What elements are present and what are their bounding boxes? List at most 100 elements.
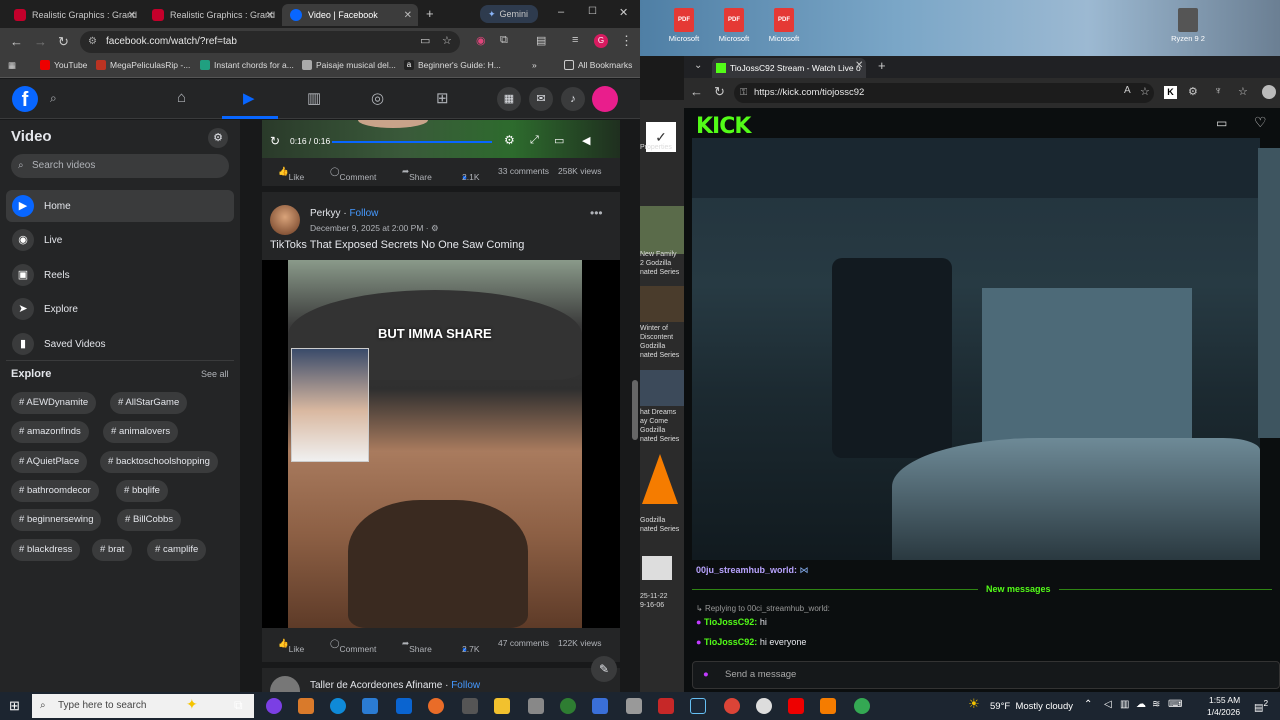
bookmark-beginners-guide[interactable]: a Beginner's Guide: H... [404,60,501,70]
desktop-pdf-icon[interactable]: PDF Microsoft [712,8,756,43]
sidebar-item-live[interactable]: ◉ Live [6,224,234,256]
close-icon[interactable]: ✕ [266,10,274,21]
desktop-pdf-icon[interactable]: PDF Microsoft [662,8,706,43]
reload-button[interactable]: ↻ [714,84,725,100]
kick-extension-icon[interactable]: K [1164,86,1177,99]
chat-username[interactable]: TioJossC92: [704,617,757,627]
gaming-icon[interactable]: ⊞ [436,89,449,107]
video-icon[interactable]: ▶ [243,89,255,107]
clock-time[interactable]: 1:55 AM [1209,695,1240,705]
settings-gear-icon[interactable]: ⚙ [504,133,515,147]
apps-icon[interactable]: ▦ [8,60,16,71]
close-icon[interactable]: ✕ [128,10,136,21]
app-icon[interactable] [756,698,772,714]
pip-icon[interactable]: ▭ [554,134,564,147]
extension-icon[interactable]: ◉ [476,34,486,47]
thumbnail[interactable] [640,286,684,322]
app-icon[interactable] [626,698,642,714]
author-avatar[interactable] [270,205,300,235]
new-tab-button[interactable]: + [878,58,886,73]
onedrive-icon[interactable]: ☁ [1136,699,1146,710]
video-player[interactable]: ↻ 0:16 / 0:16 ⚙ ⤢ ▭ ◀ [262,120,620,158]
like-button[interactable]: 👍 Like [278,638,304,654]
tray-chevron-icon[interactable]: ⌃ [1084,699,1092,710]
heart-icon[interactable]: ♡ [1254,114,1267,131]
chrome-icon[interactable] [724,698,740,714]
weather-text[interactable]: 59°F Mostly cloudy [990,701,1073,712]
tab-realistic-graphics-2[interactable]: Realistic Graphics : Grand ✕ [144,4,280,26]
close-icon[interactable]: ✕ [404,10,412,21]
marketplace-icon[interactable]: ▥ [307,89,321,107]
vlc-icon[interactable] [642,454,678,504]
share-button[interactable]: ➦ Share [402,638,432,654]
steam-icon[interactable] [690,698,706,714]
extensions-icon[interactable]: ⚙ [1188,85,1198,98]
author-name[interactable]: Taller de Acordeones Afiname [310,680,442,691]
app-icon[interactable] [362,698,378,714]
bookmark-youtube[interactable]: YouTube [40,60,87,70]
messenger-icon[interactable]: ✉ [529,87,553,111]
windows-start-icon[interactable]: ⊞ [9,698,20,714]
performance-icon[interactable]: ♆ [1214,85,1222,97]
sidebar-item-explore[interactable]: ➤ Explore [6,293,234,325]
app-icon[interactable] [560,698,576,714]
scrollbar[interactable] [632,380,638,440]
bookmark-star-icon[interactable]: ☆ [442,34,452,47]
hashtag-chip[interactable]: # AQuietPlace [11,451,88,473]
read-aloud-icon[interactable]: A [1124,85,1131,96]
bookmark-megapeliculas[interactable]: MegaPeliculasRip -... [96,60,190,70]
cast-icon[interactable]: ▭ [420,34,430,47]
extensions-puzzle-icon[interactable]: ⧉ [500,34,508,47]
profile-avatar[interactable]: G [594,34,608,48]
desktop-pdf-icon[interactable]: PDF Microsoft [762,8,806,43]
search-icon[interactable]: ⌕ [50,91,57,106]
volume-icon[interactable]: ◁ [1104,699,1112,710]
tab-list-icon[interactable]: ⌄ [694,60,702,71]
vlc-icon[interactable] [820,698,836,714]
app-icon[interactable] [266,698,282,714]
live-stream-video[interactable] [692,138,1260,560]
comment-button[interactable]: ◯ Comment [330,638,376,654]
close-icon[interactable]: ✕ [855,60,863,71]
post-timestamp[interactable]: December 9, 2025 at 2:00 PM [310,223,423,233]
gemini-button[interactable]: ✦ Gemini [480,5,538,23]
chat-input[interactable]: ● Send a message [692,661,1280,689]
back-button[interactable]: ← [10,34,23,49]
tab-kick-stream[interactable]: TioJossC92 Stream - Watch Live o [712,58,866,78]
hashtag-chip[interactable]: # blackdress [11,539,81,561]
settings-gear-icon[interactable]: ⚙ [208,128,228,148]
hashtag-chip[interactable]: # amazonfinds [11,421,89,443]
new-message-icon[interactable]: ✎ [591,656,617,682]
kick-logo[interactable]: KICK [696,114,751,139]
bookmark-instant-chords[interactable]: Instant chords for a... [200,60,294,70]
comment-count[interactable]: 47 comments [498,638,549,648]
taskbar-search-input[interactable]: ⌕ Type here to search [32,694,254,718]
edge-icon[interactable] [330,698,346,714]
weather-icon[interactable]: ☀ [968,696,980,712]
maximize-button[interactable]: ☐ [588,6,597,17]
follow-link[interactable]: Follow [349,208,378,219]
youtube-icon[interactable] [788,698,804,714]
volume-icon[interactable]: ◀ [582,134,590,147]
sidebar-item-home[interactable]: ▶ Home [6,190,234,222]
comment-button[interactable]: ◯ Comment [330,166,376,182]
media-control-icon[interactable]: ≡ [572,34,578,46]
follow-link[interactable]: Follow [451,680,480,691]
new-tab-button[interactable]: + [426,6,434,21]
chat-username[interactable]: TioJossC92: [704,637,757,647]
bookmark-paisaje-musical[interactable]: Paisaje musical del... [302,60,396,70]
forward-button[interactable]: → [34,34,47,49]
site-info-icon[interactable]: ⚙ [88,31,97,53]
hashtag-chip[interactable]: # brat [92,539,133,561]
more-options-icon[interactable]: ••• [590,206,603,220]
search-videos-input[interactable]: ⌕ Search videos [11,154,229,178]
url-bar[interactable]: ⚿ https://kick.com/tiojossc92 [734,83,1154,103]
wifi-icon[interactable]: ≋ [1152,699,1160,710]
fullscreen-icon[interactable]: ⤢ [530,134,539,147]
close-window-button[interactable]: ✕ [619,6,628,19]
hashtag-chip[interactable]: # backtoschoolshopping [100,451,218,473]
comment-count[interactable]: 33 comments [498,166,549,176]
keyboard-icon[interactable]: ⌨ [1168,699,1182,710]
clock-date[interactable]: 1/4/2026 [1207,707,1240,717]
search-highlight-icon[interactable]: ✦ [186,696,198,713]
